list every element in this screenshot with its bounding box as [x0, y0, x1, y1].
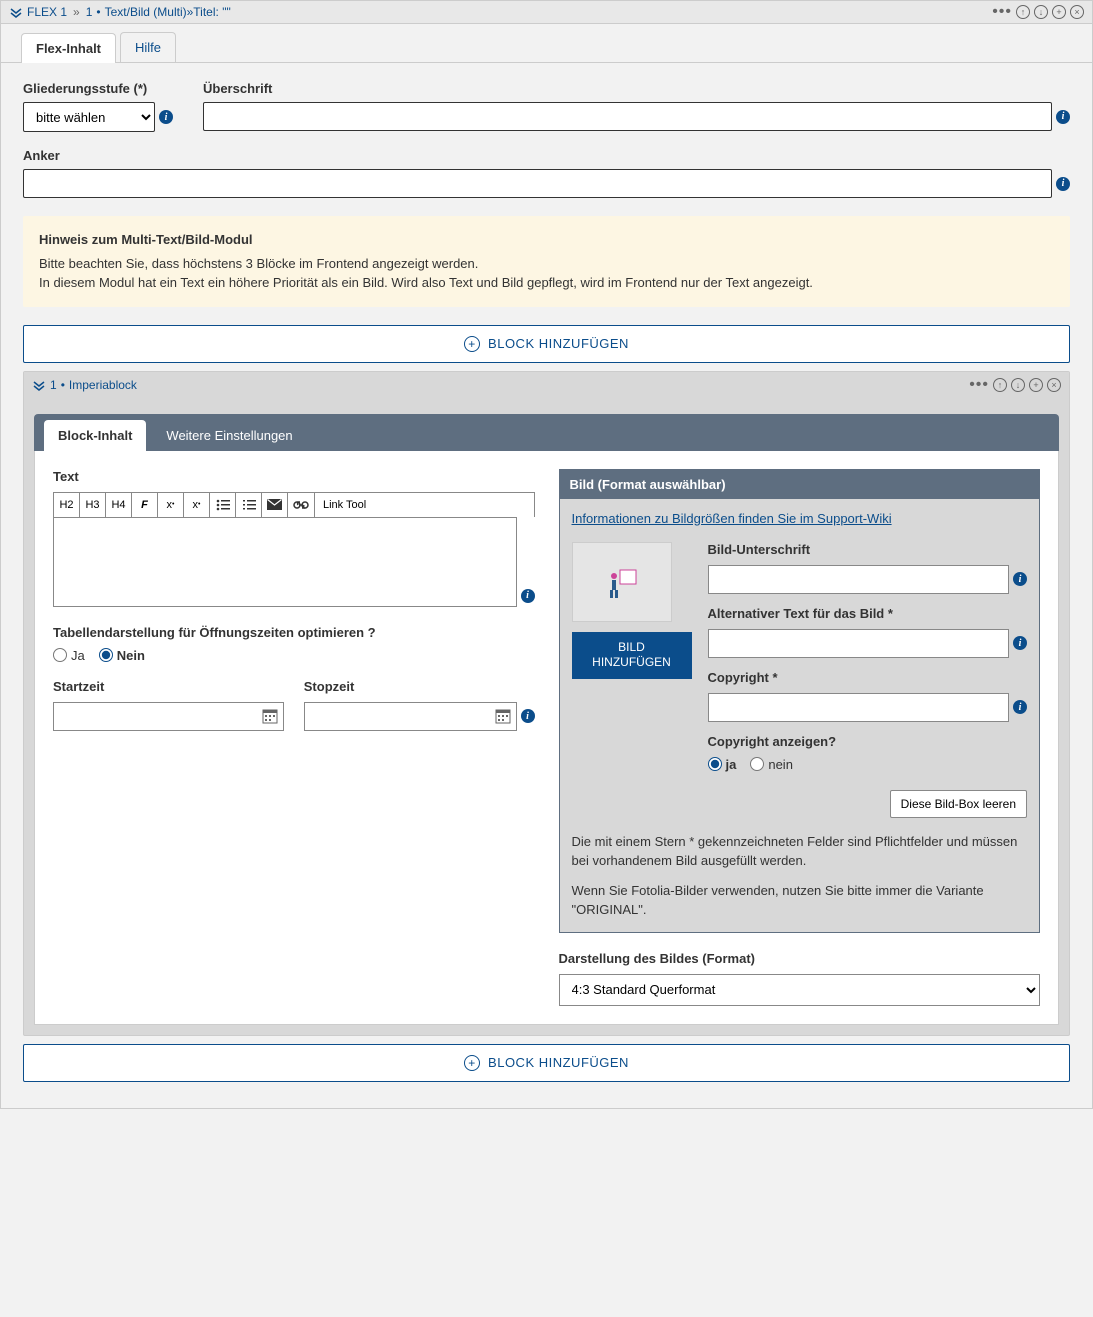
info-icon[interactable]: i	[1056, 177, 1070, 191]
calendar-icon[interactable]	[262, 708, 278, 724]
tab-block-inhalt[interactable]: Block-Inhalt	[44, 420, 146, 451]
input-bild-unterschrift[interactable]	[708, 565, 1010, 594]
radio-nein[interactable]: Nein	[99, 648, 145, 663]
info-icon[interactable]: i	[1013, 636, 1027, 650]
label-startzeit: Startzeit	[53, 679, 284, 694]
titlebar-prefix: FLEX 1	[27, 5, 67, 19]
tb-unordered-list-icon[interactable]	[210, 493, 236, 517]
more-icon[interactable]: •••	[992, 4, 1012, 20]
tab-weitere-einstellungen[interactable]: Weitere Einstellungen	[152, 420, 306, 451]
bild-note2: Wenn Sie Fotolia-Bilder verwenden, nutze…	[572, 881, 1028, 920]
label-table-opt: Tabellendarstellung für Öffnungszeiten o…	[53, 625, 535, 640]
sub-title-num: 1	[50, 378, 57, 392]
label-alt-text: Alternativer Text für das Bild *	[708, 606, 1028, 621]
hint-line1: Bitte beachten Sie, dass höchstens 3 Blö…	[39, 254, 1054, 274]
label-text: Text	[53, 469, 535, 484]
label-gliederungsstufe: Gliederungsstufe (*)	[23, 81, 173, 96]
bild-placeholder	[572, 542, 672, 622]
tb-superscript[interactable]: x•	[158, 493, 184, 517]
tab-hilfe[interactable]: Hilfe	[120, 32, 176, 62]
tb-subscript[interactable]: x•	[184, 493, 210, 517]
bild-clear-button[interactable]: Diese Bild-Box leeren	[890, 790, 1027, 818]
label-copyright: Copyright *	[708, 670, 1028, 685]
tb-bold[interactable]: F	[132, 493, 158, 517]
bild-note1: Die mit einem Stern * gekennzeichneten F…	[572, 832, 1028, 871]
editor-textarea[interactable]	[53, 517, 517, 607]
info-icon[interactable]: i	[521, 589, 535, 603]
radio-copyright-nein[interactable]: nein	[750, 757, 793, 772]
tab-flex-inhalt[interactable]: Flex-Inhalt	[21, 33, 116, 63]
move-down-icon[interactable]: ↓	[1034, 5, 1048, 19]
move-down-icon[interactable]: ↓	[1011, 378, 1025, 392]
radio-nein-input[interactable]	[99, 648, 113, 662]
plus-circle-icon: +	[464, 1055, 480, 1071]
add-icon[interactable]: +	[1029, 378, 1043, 392]
radio-ja-label: Ja	[71, 648, 85, 663]
tb-link-tool[interactable]: Link Tool	[315, 493, 374, 517]
input-startzeit[interactable]	[53, 702, 284, 731]
input-anker[interactable]	[23, 169, 1052, 198]
tb-h3[interactable]: H3	[80, 493, 106, 517]
radio-copyright-nein-input[interactable]	[750, 757, 764, 771]
info-icon[interactable]: i	[1013, 572, 1027, 586]
collapse-icon[interactable]	[32, 378, 46, 392]
close-icon[interactable]: ×	[1047, 378, 1061, 392]
input-alt-text[interactable]	[708, 629, 1010, 658]
radio-nein-label: Nein	[117, 648, 145, 663]
info-icon[interactable]: i	[1056, 110, 1070, 124]
label-format: Darstellung des Bildes (Format)	[559, 951, 1041, 966]
radio-copyright-ja[interactable]: ja	[708, 757, 737, 772]
radio-copyright-ja-input[interactable]	[708, 757, 722, 771]
collapse-icon[interactable]	[9, 5, 23, 19]
label-ueberschrift: Überschrift	[203, 81, 1070, 96]
add-icon[interactable]: +	[1052, 5, 1066, 19]
plus-circle-icon: +	[464, 336, 480, 352]
info-icon[interactable]: i	[521, 709, 535, 723]
bild-add-button[interactable]: BILD HINZUFÜGEN	[572, 632, 692, 679]
editor-toolbar: H2 H3 H4 F x• x•	[53, 492, 535, 517]
move-up-icon[interactable]: ↑	[1016, 5, 1030, 19]
radio-ja-input[interactable]	[53, 648, 67, 662]
tb-link-icon[interactable]	[288, 493, 315, 517]
hint-line2: In diesem Modul hat ein Text ein höhere …	[39, 273, 1054, 293]
move-up-icon[interactable]: ↑	[993, 378, 1007, 392]
info-icon[interactable]: i	[159, 110, 173, 124]
sub-title-bullet: •	[61, 378, 65, 392]
radio-ja[interactable]: Ja	[53, 648, 85, 663]
breadcrumb-sep: »	[73, 5, 80, 19]
label-anker: Anker	[23, 148, 1070, 163]
input-copyright[interactable]	[708, 693, 1010, 722]
tb-h2[interactable]: H2	[54, 493, 80, 517]
titlebar-bullet: •	[96, 5, 100, 19]
tb-ordered-list-icon[interactable]	[236, 493, 262, 517]
radio-copyright-nein-label: nein	[768, 757, 793, 772]
input-ueberschrift[interactable]	[203, 102, 1052, 131]
close-icon[interactable]: ×	[1070, 5, 1084, 19]
select-format[interactable]: 4:3 Standard Querformat	[559, 974, 1041, 1006]
bild-info-link[interactable]: Informationen zu Bildgrößen finden Sie i…	[572, 511, 892, 526]
label-bild-unterschrift: Bild-Unterschrift	[708, 542, 1028, 557]
input-stopzeit[interactable]	[304, 702, 517, 731]
add-block-label: BLOCK HINZUFÜGEN	[488, 1055, 629, 1070]
tb-mail-icon[interactable]	[262, 493, 288, 517]
label-copyright-show: Copyright anzeigen?	[708, 734, 1028, 749]
titlebar-num: 1	[86, 5, 93, 19]
tb-h4[interactable]: H4	[106, 493, 132, 517]
add-block-label: BLOCK HINZUFÜGEN	[488, 336, 629, 351]
hint-title: Hinweis zum Multi-Text/Bild-Modul	[39, 230, 1054, 250]
titlebar: FLEX 1 » 1 • Text/Bild (Multi)»Titel: ""…	[1, 1, 1092, 24]
more-icon[interactable]: •••	[969, 377, 989, 393]
titlebar-rest: Text/Bild (Multi)»Titel: ""	[105, 5, 231, 19]
info-icon[interactable]: i	[1013, 700, 1027, 714]
label-stopzeit: Stopzeit	[304, 679, 535, 694]
sub-title-name: Imperiablock	[69, 378, 137, 392]
hint-box: Hinweis zum Multi-Text/Bild-Modul Bitte …	[23, 216, 1070, 307]
calendar-icon[interactable]	[495, 708, 511, 724]
select-gliederungsstufe[interactable]: bitte wählen	[23, 102, 155, 132]
radio-copyright-ja-label: ja	[726, 757, 737, 772]
add-block-button-bottom[interactable]: + BLOCK HINZUFÜGEN	[23, 1044, 1070, 1082]
add-block-button-top[interactable]: + BLOCK HINZUFÜGEN	[23, 325, 1070, 363]
bild-header: Bild (Format auswählbar)	[560, 470, 1040, 499]
